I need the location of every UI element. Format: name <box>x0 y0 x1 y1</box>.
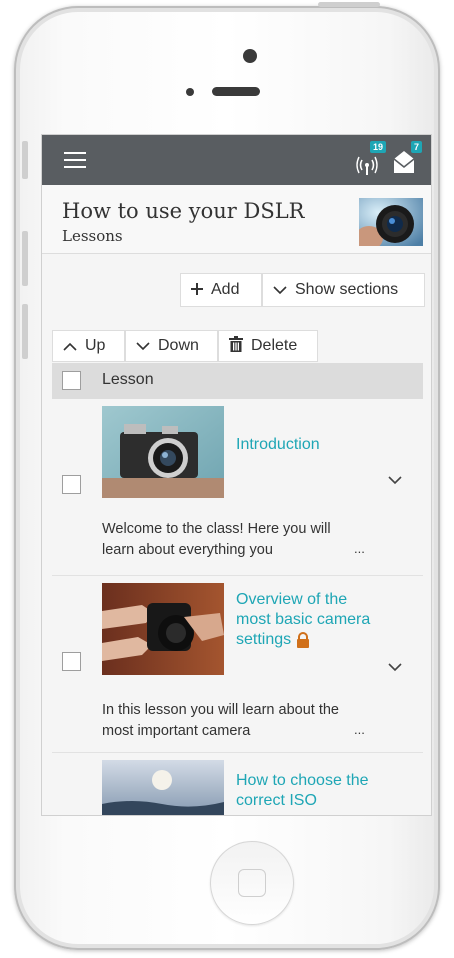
lesson-title-link[interactable]: How to choose the correct ISO <box>236 771 376 811</box>
expand-chevron-icon[interactable] <box>388 660 402 676</box>
front-camera <box>243 49 257 63</box>
lesson-title-link[interactable]: Overview of the most basic camera settin… <box>236 590 376 650</box>
more-ellipsis[interactable]: ... <box>354 541 365 556</box>
lesson-description: Welcome to the class! Here you will lear… <box>102 521 331 558</box>
chevron-up-icon <box>63 338 77 355</box>
add-button-label: Add <box>211 281 240 298</box>
messages-button[interactable]: 7 <box>390 141 422 177</box>
proximity-sensor <box>186 88 194 96</box>
volume-down-button <box>22 304 28 359</box>
lesson-thumbnail <box>102 406 224 498</box>
plus-icon <box>191 282 203 299</box>
move-down-button[interactable]: Down <box>125 330 218 362</box>
course-title: How to use your DSLR <box>62 199 305 223</box>
show-sections-button[interactable]: Show sections <box>262 273 425 307</box>
app-screen: 19 7 How to use your DSLR Lessons Add Sh… <box>42 135 431 815</box>
message-count-badge: 7 <box>410 141 422 153</box>
add-button[interactable]: Add <box>180 273 262 307</box>
delete-button[interactable]: Delete <box>218 330 318 362</box>
lesson-checkbox[interactable] <box>62 652 81 671</box>
lock-icon <box>297 631 310 648</box>
trash-icon <box>229 336 243 356</box>
volume-up-button <box>22 231 28 286</box>
more-ellipsis[interactable]: ... <box>354 722 365 737</box>
notifications-button[interactable]: 19 <box>354 141 386 177</box>
hamburger-icon[interactable] <box>64 152 86 168</box>
power-button <box>318 2 380 7</box>
move-down-label: Down <box>158 337 199 354</box>
notification-count-badge: 19 <box>369 141 386 153</box>
expand-chevron-icon[interactable] <box>388 473 402 489</box>
lesson-thumbnail <box>102 583 224 675</box>
home-button[interactable] <box>210 841 294 925</box>
lesson-title-link[interactable]: Introduction <box>236 435 376 455</box>
lesson-column-header: Lesson <box>102 371 154 388</box>
move-up-button[interactable]: Up <box>52 330 125 362</box>
lesson-table-header: Lesson <box>52 363 423 399</box>
lesson-row: Introduction Welcome to the class! Here … <box>52 399 423 576</box>
lesson-description: In this lesson you will learn about the … <box>102 702 339 739</box>
mute-switch <box>22 141 28 179</box>
lesson-thumbnail <box>102 760 224 815</box>
show-sections-label: Show sections <box>295 281 399 298</box>
app-topbar: 19 7 <box>42 135 431 185</box>
chevron-down-icon <box>136 338 150 355</box>
course-header: How to use your DSLR Lessons <box>42 185 431 254</box>
select-all-checkbox[interactable] <box>62 371 81 390</box>
course-subtitle: Lessons <box>62 227 123 245</box>
chevron-down-icon <box>273 282 287 299</box>
lesson-row: How to choose the correct ISO <box>52 753 423 815</box>
lesson-checkbox[interactable] <box>62 475 81 494</box>
earpiece-speaker <box>212 87 260 96</box>
move-up-label: Up <box>85 337 106 354</box>
course-thumbnail <box>359 198 423 246</box>
lesson-row: Overview of the most basic camera settin… <box>52 576 423 753</box>
delete-label: Delete <box>251 337 298 354</box>
